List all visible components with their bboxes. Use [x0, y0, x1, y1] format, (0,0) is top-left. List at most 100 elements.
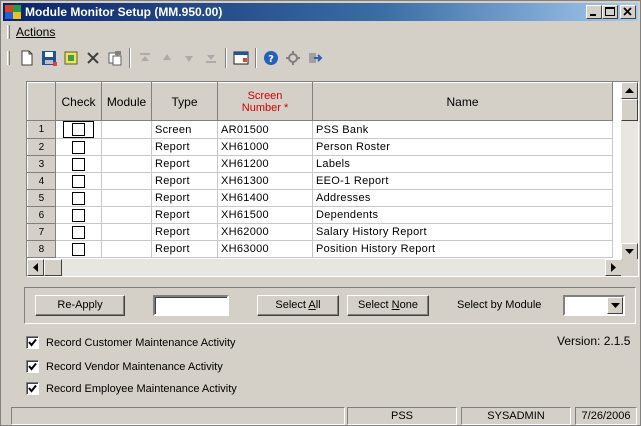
select-none-button[interactable]: Select None: [347, 295, 429, 316]
title-bar[interactable]: Module Monitor Setup (MM.950.00): [3, 3, 638, 21]
row-number[interactable]: 8: [27, 240, 56, 258]
record-employee-option[interactable]: Record Employee Maintenance Activity: [26, 382, 237, 395]
maximize-button[interactable]: [602, 5, 618, 19]
row-screen-number[interactable]: XH61500: [217, 206, 313, 224]
scroll-right-button[interactable]: [605, 259, 622, 276]
row-check-cell[interactable]: [55, 206, 102, 224]
row-module[interactable]: [101, 155, 152, 173]
row-name[interactable]: EEO-1 Report: [312, 172, 613, 190]
scroll-left-button[interactable]: [27, 259, 44, 276]
next-button[interactable]: [178, 47, 200, 69]
header-module[interactable]: Module: [101, 82, 152, 121]
row-type[interactable]: Report: [151, 189, 218, 207]
window-button[interactable]: [230, 47, 252, 69]
record-vendor-checkbox[interactable]: [26, 360, 39, 373]
exit-button[interactable]: [304, 47, 326, 69]
paste-button[interactable]: [104, 47, 126, 69]
tools-button[interactable]: [282, 47, 304, 69]
row-module[interactable]: [101, 240, 152, 258]
vertical-scroll-thumb[interactable]: [621, 99, 638, 121]
record-employee-checkbox[interactable]: [26, 382, 39, 395]
row-number[interactable]: 1: [27, 120, 56, 139]
reapply-button[interactable]: Re-Apply: [35, 295, 125, 316]
row-check-cell[interactable]: [55, 120, 102, 139]
table-row[interactable]: 6 Report XH61500 Dependents: [27, 206, 613, 224]
row-screen-number[interactable]: XH63000: [217, 240, 313, 258]
row-type[interactable]: Report: [151, 206, 218, 224]
help-button[interactable]: ?: [260, 47, 282, 69]
table-row[interactable]: 2 Report XH61000 Person Roster: [27, 138, 613, 156]
close-button[interactable]: [620, 5, 636, 19]
last-button[interactable]: [200, 47, 222, 69]
row-type[interactable]: Report: [151, 155, 218, 173]
row-name[interactable]: Salary History Report: [312, 223, 613, 241]
delete-button[interactable]: [82, 47, 104, 69]
row-screen-number[interactable]: XH61300: [217, 172, 313, 190]
new-button[interactable]: [16, 47, 38, 69]
row-check-cell[interactable]: [55, 138, 102, 156]
minimize-button[interactable]: [586, 5, 602, 19]
first-button[interactable]: [134, 47, 156, 69]
save-button[interactable]: [38, 47, 60, 69]
select-by-module-dropdown[interactable]: [563, 295, 625, 316]
record-customer-option[interactable]: Record Customer Maintenance Activity: [26, 336, 236, 349]
row-check-cell[interactable]: [55, 172, 102, 190]
row-screen-number[interactable]: XH61000: [217, 138, 313, 156]
table-row[interactable]: 4 Report XH61300 EEO-1 Report: [27, 172, 613, 190]
row-name[interactable]: PSS Bank: [312, 120, 613, 139]
row-check-cell[interactable]: [55, 240, 102, 258]
row-number[interactable]: 4: [27, 172, 56, 190]
row-module[interactable]: [101, 206, 152, 224]
row-module[interactable]: [101, 223, 152, 241]
header-check[interactable]: Check: [55, 82, 102, 121]
header-name[interactable]: Name: [312, 82, 613, 121]
row-checkbox[interactable]: [72, 242, 85, 256]
table-row[interactable]: 5 Report XH61400 Addresses: [27, 189, 613, 207]
row-screen-number[interactable]: XH62000: [217, 223, 313, 241]
row-checkbox-focused[interactable]: [63, 121, 94, 138]
row-type[interactable]: Report: [151, 172, 218, 190]
row-module[interactable]: [101, 172, 152, 190]
header-screen-number[interactable]: Screen Number *: [217, 82, 313, 121]
row-name[interactable]: Dependents: [312, 206, 613, 224]
table-row[interactable]: 3 Report XH61200 Labels: [27, 155, 613, 173]
row-screen-number[interactable]: AR01500: [217, 120, 313, 139]
table-row[interactable]: 1 Screen AR01500 PSS Bank: [27, 120, 613, 139]
row-check-cell[interactable]: [55, 223, 102, 241]
record-vendor-option[interactable]: Record Vendor Maintenance Activity: [26, 360, 223, 373]
record-customer-checkbox[interactable]: [26, 336, 39, 349]
menu-actions[interactable]: Actions: [16, 25, 55, 39]
header-type[interactable]: Type: [151, 82, 218, 121]
dropdown-button[interactable]: [607, 297, 623, 314]
row-screen-number[interactable]: XH61400: [217, 189, 313, 207]
scroll-up-button[interactable]: [621, 82, 638, 99]
row-module[interactable]: [101, 120, 152, 139]
row-checkbox[interactable]: [72, 157, 85, 171]
row-number[interactable]: 3: [27, 155, 56, 173]
row-number[interactable]: 6: [27, 206, 56, 224]
row-type[interactable]: Report: [151, 223, 218, 241]
row-module[interactable]: [101, 189, 152, 207]
row-name[interactable]: Labels: [312, 155, 613, 173]
horizontal-scrollbar[interactable]: [27, 259, 622, 276]
table-row[interactable]: 8 Report XH63000 Position History Report: [27, 240, 613, 258]
row-number[interactable]: 5: [27, 189, 56, 207]
row-type[interactable]: Screen: [151, 120, 218, 139]
select-all-button[interactable]: Select All: [257, 295, 339, 316]
vertical-scrollbar[interactable]: [621, 82, 638, 260]
row-type[interactable]: Report: [151, 240, 218, 258]
row-checkbox[interactable]: [72, 225, 85, 239]
row-checkbox[interactable]: [72, 123, 85, 136]
row-number[interactable]: 2: [27, 138, 56, 156]
row-name[interactable]: Person Roster: [312, 138, 613, 156]
row-module[interactable]: [101, 138, 152, 156]
horizontal-scroll-thumb[interactable]: [44, 259, 62, 276]
scroll-down-button[interactable]: [621, 243, 638, 260]
row-checkbox[interactable]: [72, 191, 85, 205]
row-number[interactable]: 7: [27, 223, 56, 241]
row-checkbox[interactable]: [72, 174, 85, 188]
row-check-cell[interactable]: [55, 189, 102, 207]
reapply-input[interactable]: [153, 295, 229, 316]
row-type[interactable]: Report: [151, 138, 218, 156]
row-name[interactable]: Addresses: [312, 189, 613, 207]
